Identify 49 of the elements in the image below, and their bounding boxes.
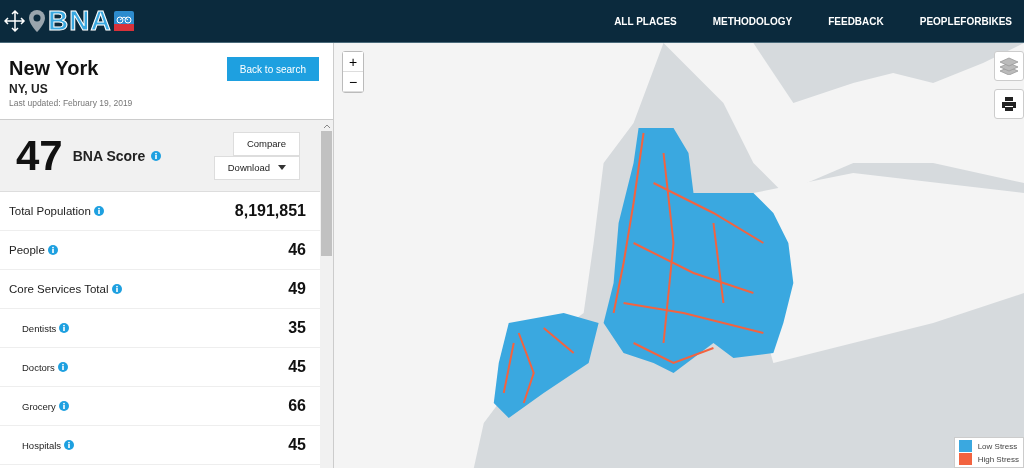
compare-button[interactable]: Compare [232,131,300,156]
scrollbar[interactable] [320,120,333,468]
layers-button[interactable] [994,51,1024,81]
arrows-icon [4,9,26,33]
info-icon[interactable] [64,440,75,450]
print-button[interactable] [994,89,1024,119]
scrollbar-thumb[interactable] [321,131,332,256]
city-title: New York [9,57,100,80]
metric-value: 35 [288,319,306,337]
region-label: NY, US [9,82,49,96]
score-value: 47 [16,131,63,180]
bike-icon [113,11,134,31]
info-icon[interactable] [93,206,104,216]
nav-link[interactable]: FEEDBACK [828,15,884,27]
print-icon [1001,97,1017,111]
download-button[interactable]: Download [213,155,300,180]
info-icon[interactable] [58,401,69,411]
info-icon[interactable] [151,150,162,161]
metric-value: 66 [288,397,306,415]
info-icon[interactable] [59,323,70,333]
metric-label: Doctors [22,361,55,373]
metric-label: Dentists [22,322,57,334]
info-icon[interactable] [47,245,58,255]
metric-label: Core Services Total [9,283,109,295]
metric-value: 45 [288,436,306,454]
info-icon[interactable] [57,362,68,372]
metric-label: People [9,244,45,256]
metric-value: 46 [288,241,306,259]
nav-link[interactable]: METHODOLOGY [712,15,793,27]
zoom-in-button[interactable]: + [343,52,363,72]
bna-logo[interactable]: BNA [4,5,134,37]
metric-value: 8,191,851 [234,202,306,220]
metric-value: 49 [288,280,306,298]
score-label: BNA Score [72,147,146,164]
metric-value: 45 [288,358,306,376]
metric-label: Hospitals [22,439,62,451]
legend-label: Low Stress [977,441,1018,451]
map-view[interactable]: + − Low Stress High Stress [334,43,1024,468]
info-icon[interactable] [111,284,122,294]
scroll-up-icon[interactable] [322,123,331,129]
last-updated-text: Last updated: February 19, 2019 [9,98,133,108]
nav-link[interactable]: PEOPLEFORBIKES [919,15,1012,27]
map-pin-icon [28,9,46,33]
layers-icon [999,57,1019,75]
metric-label: Grocery [22,400,56,412]
metric-label: Total Population [9,205,91,217]
legend-label: High Stress [977,454,1019,464]
nav-link[interactable]: ALL PLACES [614,15,677,27]
caret-icon [278,165,286,170]
